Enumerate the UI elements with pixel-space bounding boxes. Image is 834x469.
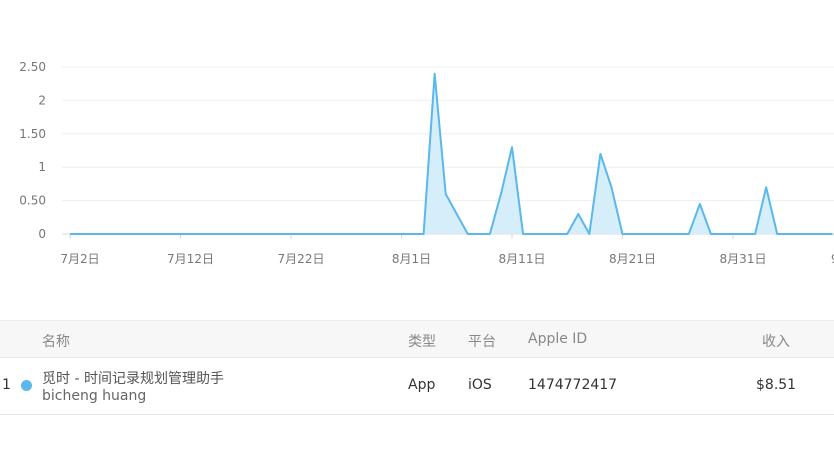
row-rank: 1	[2, 377, 11, 393]
y-tick-label: 2	[38, 93, 46, 107]
app-apple-id: 1474772417	[528, 377, 618, 393]
y-tick-label: 1	[38, 160, 46, 174]
x-tick-label: 8月31日	[720, 252, 767, 266]
header-platform[interactable]: 平台	[468, 331, 496, 351]
header-apple-id[interactable]: Apple ID	[528, 331, 587, 347]
app-revenue: $8.51	[756, 377, 797, 393]
header-revenue[interactable]: 收入	[762, 331, 790, 351]
app-name[interactable]: 觅时 - 时间记录规划管理助手	[42, 368, 224, 388]
app-developer: bicheng huang	[42, 388, 147, 404]
series-color-dot	[21, 380, 32, 391]
y-tick-label: 1.50	[19, 127, 46, 141]
table-header: 名称 类型 平台 Apple ID 收入	[0, 320, 834, 358]
y-tick-label: 0	[38, 227, 46, 241]
app-platform: iOS	[468, 377, 492, 393]
revenue-chart-svg: 0 0.50 1 1.50 2 2.50 7月2日 7月12日 7月22日 8月1日 8月11日 8月…	[19, 60, 834, 266]
x-tick-label: 7月2日	[60, 252, 99, 266]
x-tick-label: 7月12日	[167, 252, 214, 266]
x-tick-label: 7月22日	[278, 252, 325, 266]
apps-table: 名称 类型 平台 Apple ID 收入 1 觅时 - 时间记录规划管理助手 b…	[0, 320, 834, 415]
y-tick-label: 2.50	[19, 60, 46, 74]
x-tick-label: 8月1日	[392, 252, 431, 266]
x-tick-label: 8月21日	[609, 252, 656, 266]
header-name[interactable]: 名称	[42, 331, 70, 351]
series-area	[70, 73, 833, 235]
revenue-chart: 0 0.50 1 1.50 2 2.50 7月2日 7月12日 7月22日 8月1日 8月11日 8月…	[0, 0, 834, 290]
x-tick-label: 8月11日	[499, 252, 546, 266]
y-tick-label: 0.50	[19, 194, 46, 208]
header-type[interactable]: 类型	[408, 331, 436, 351]
table-row[interactable]: 1 觅时 - 时间记录规划管理助手 bicheng huang App iOS …	[0, 358, 834, 415]
app-type: App	[408, 377, 436, 393]
